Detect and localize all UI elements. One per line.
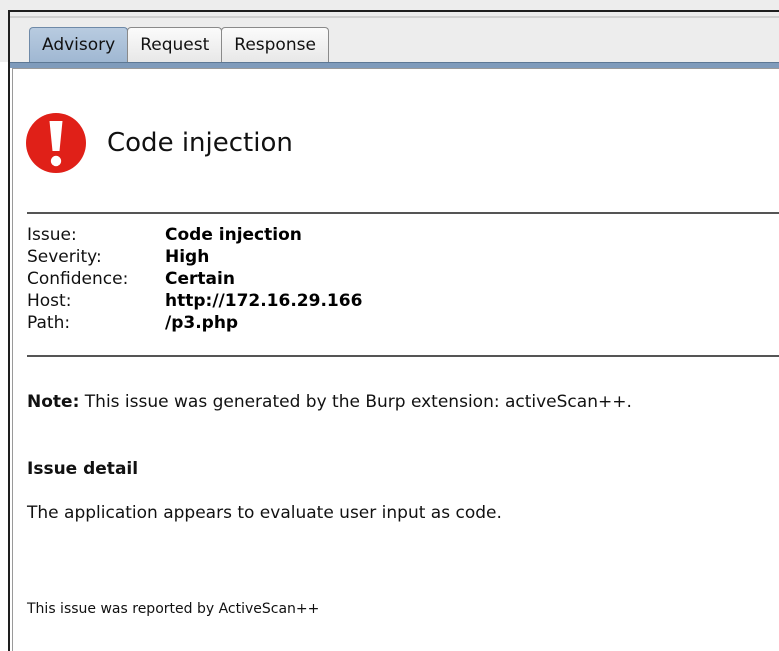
summary-row-confidence: Confidence: Certain — [27, 268, 362, 290]
field-value-host: http://172.16.29.166 — [165, 291, 363, 311]
divider-bottom — [27, 355, 779, 357]
field-value-severity: High — [165, 247, 210, 267]
summary-row-host: Host: http://172.16.29.166 — [27, 290, 362, 312]
summary-row-issue: Issue: Code injection — [27, 224, 362, 246]
field-value-path: /p3.php — [165, 313, 239, 333]
tab-request[interactable]: Request — [127, 27, 223, 63]
issue-summary-table: Issue: Code injection Severity: High Con… — [27, 224, 362, 334]
reported-by-text: This issue was reported by ActiveScan++ — [27, 601, 320, 617]
advisory-heading: Code injection — [25, 113, 293, 173]
field-value-confidence: Certain — [165, 269, 235, 289]
field-label: Confidence: — [27, 269, 129, 289]
tab-response[interactable]: Response — [221, 27, 329, 63]
field-label: Severity: — [27, 247, 102, 267]
frame-border-left — [8, 10, 10, 651]
tab-bar: Advisory Request Response — [29, 27, 329, 65]
field-value-issue: Code injection — [165, 225, 302, 245]
field-label: Host: — [27, 291, 72, 311]
advisory-panel: Code injection Issue: Code injection Sev… — [12, 68, 779, 651]
summary-row-severity: Severity: High — [27, 246, 362, 268]
issue-title: Code injection — [107, 128, 293, 158]
issue-detail-heading: Issue detail — [27, 459, 139, 479]
issue-detail-text: The application appears to evaluate user… — [27, 503, 502, 523]
field-label: Issue: — [27, 225, 77, 245]
alert-exclamation-icon — [26, 113, 86, 173]
extension-note: Note: This issue was generated by the Bu… — [27, 392, 632, 412]
field-label: Path: — [27, 313, 71, 333]
divider-top — [27, 212, 779, 214]
frame-border-top — [8, 10, 779, 12]
tab-advisory[interactable]: Advisory — [29, 27, 129, 63]
summary-row-path: Path: /p3.php — [27, 312, 362, 334]
note-label: Note: — [27, 392, 80, 412]
note-text: This issue was generated by the Burp ext… — [79, 392, 632, 412]
